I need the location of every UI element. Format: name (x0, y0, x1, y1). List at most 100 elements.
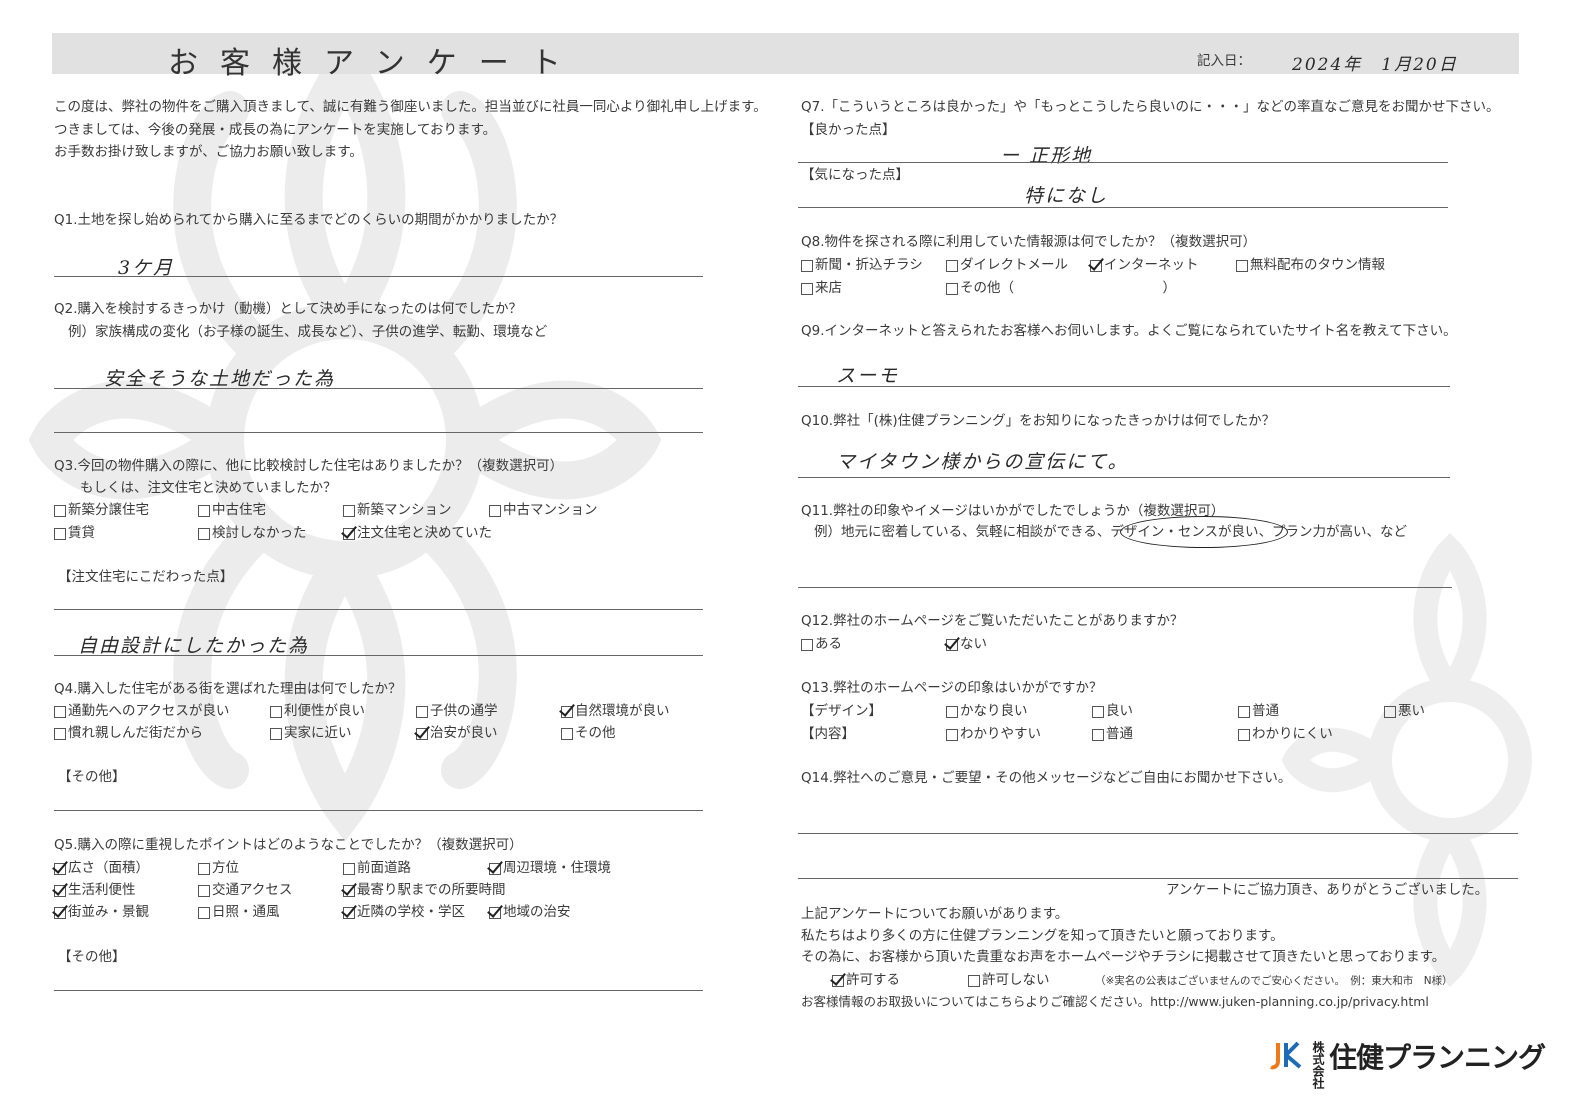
q3-option[interactable]: 新築マンション (343, 503, 452, 518)
page-title: お客様アンケート (168, 46, 583, 81)
q2-question: Q2.購入を検討するきっかけ（動機）として決め手になったのは何でしたか？ (54, 301, 523, 317)
q8-option[interactable]: インターネット (1090, 258, 1199, 273)
checkbox[interactable] (343, 504, 355, 517)
checkbox[interactable] (946, 259, 958, 272)
q8-option[interactable]: 新聞・折込チラシ (801, 258, 923, 273)
checkbox[interactable] (801, 259, 813, 272)
q5-option[interactable]: 周辺環境・住環境 (489, 861, 611, 876)
checkbox[interactable] (198, 862, 210, 875)
q8-option[interactable]: ダイレクトメール (946, 258, 1068, 273)
q3-option[interactable]: 検討しなかった (198, 526, 307, 541)
q13-design-option[interactable]: 普通 (1238, 704, 1279, 719)
q3-custom-answer[interactable]: 自由設計にしたかった為 (78, 631, 309, 658)
checkbox[interactable] (801, 638, 813, 651)
q5-option[interactable]: 生活利便性 (54, 883, 136, 898)
q13-content-option[interactable]: 普通 (1092, 727, 1133, 742)
q4-option[interactable]: 利便性が良い (270, 704, 365, 719)
checkbox[interactable] (54, 504, 66, 517)
checkbox-checked[interactable] (489, 906, 501, 919)
q5-option[interactable]: 日照・通風 (198, 905, 280, 920)
checkbox[interactable] (946, 282, 958, 295)
q3-option[interactable]: 中古マンション (489, 503, 598, 518)
q8-option[interactable]: その他（ ） (946, 281, 1176, 296)
q13-design-option[interactable]: 良い (1092, 704, 1133, 719)
q7-good-answer[interactable]: ー 正形地 (1000, 141, 1092, 168)
checkbox-checked[interactable] (1090, 259, 1102, 272)
q5-option[interactable]: 交通アクセス (198, 883, 292, 898)
q5-option[interactable]: 地域の治安 (489, 905, 571, 920)
q5-option[interactable]: 街並み・景観 (54, 905, 149, 920)
checkbox[interactable] (489, 504, 501, 517)
checkbox[interactable] (1092, 705, 1104, 718)
q2-answer[interactable]: 安全そうな土地だった為 (104, 364, 335, 391)
checkbox[interactable] (1384, 705, 1396, 718)
checkbox[interactable] (946, 705, 958, 718)
q10-answer[interactable]: マイタウン様からの宣伝にて。 (836, 447, 1129, 474)
checkbox-checked[interactable] (343, 527, 355, 540)
checkbox-checked[interactable] (832, 974, 844, 987)
checkbox[interactable] (198, 504, 210, 517)
q4-option[interactable]: 通勤先へのアクセスが良い (54, 704, 229, 719)
checkbox-checked[interactable] (416, 727, 428, 740)
q3-option[interactable]: 賃貸 (54, 526, 95, 541)
checkbox[interactable] (1238, 728, 1250, 741)
q13-content-option[interactable]: わかりにくい (1238, 727, 1333, 742)
q5-option[interactable]: 広さ（面積） (54, 861, 149, 876)
checkbox[interactable] (1092, 728, 1104, 741)
q5-option[interactable]: 前面道路 (343, 861, 411, 876)
q5-option[interactable]: 方位 (198, 861, 239, 876)
permit-option[interactable]: 許可する (832, 973, 900, 988)
checkbox[interactable] (270, 705, 282, 718)
checkbox[interactable] (946, 728, 958, 741)
checkbox-checked[interactable] (343, 884, 355, 897)
q13-design-option[interactable]: 悪い (1384, 704, 1425, 719)
checkbox-checked[interactable] (946, 638, 958, 651)
checkbox-checked[interactable] (54, 906, 66, 919)
intro-line-1: この度は、弊社の物件をご購入頂きまして、誠に有難う御座いました。担当並びに社員一… (54, 99, 767, 115)
q13-design-option[interactable]: かなり良い (946, 704, 1028, 719)
checkbox[interactable] (54, 705, 66, 718)
checkbox-checked[interactable] (54, 862, 66, 875)
q4-option[interactable]: 実家に近い (270, 726, 352, 741)
q4-option[interactable]: その他 (561, 726, 616, 741)
checkbox[interactable] (198, 906, 210, 919)
checkbox[interactable] (270, 727, 282, 740)
checkbox[interactable] (198, 884, 210, 897)
q3-option[interactable]: 新築分譲住宅 (54, 503, 149, 518)
q3-question-2: もしくは、注文住宅と決めていましたか？ (80, 480, 337, 496)
q8-option[interactable]: 来店 (801, 281, 842, 296)
checkbox[interactable] (343, 862, 355, 875)
permit-option[interactable]: 許可しない (968, 973, 1050, 988)
checkbox[interactable] (801, 282, 813, 295)
privacy-link[interactable]: お客様情報のお取扱いについてはこちらよりご確認ください。http://www.j… (801, 995, 1429, 1009)
date-value[interactable]: 2024年 1月20日 (1292, 50, 1458, 75)
q4-option[interactable]: 自然環境が良い (561, 704, 670, 719)
q4-option[interactable]: 慣れ親しんだ街だから (54, 726, 203, 741)
q8-option[interactable]: 無料配布のタウン情報 (1236, 258, 1385, 273)
q5-option[interactable]: 近隣の学校・学区 (343, 905, 465, 920)
q3-option[interactable]: 注文住宅と決めていた (343, 526, 492, 541)
q4-option[interactable]: 治安が良い (416, 726, 498, 741)
checkbox[interactable] (561, 727, 573, 740)
checkbox-checked[interactable] (489, 862, 501, 875)
q7-concern-answer[interactable]: 特になし (1024, 181, 1108, 208)
q13-content-option[interactable]: わかりやすい (946, 727, 1041, 742)
q5-option[interactable]: 最寄り駅までの所要時間 (343, 883, 506, 898)
q12-option[interactable]: ある (801, 637, 842, 652)
checkbox[interactable] (416, 705, 428, 718)
q4-option[interactable]: 子供の通学 (416, 704, 498, 719)
checkbox[interactable] (54, 727, 66, 740)
checkbox[interactable] (1236, 259, 1248, 272)
checkbox[interactable] (968, 974, 980, 987)
checkbox[interactable] (54, 527, 66, 540)
q3-option[interactable]: 中古住宅 (198, 503, 266, 518)
checkbox[interactable] (1238, 705, 1250, 718)
checkbox-checked[interactable] (54, 884, 66, 897)
date-label: 記入日： (1197, 53, 1251, 69)
checkbox[interactable] (198, 527, 210, 540)
checkbox-checked[interactable] (561, 705, 573, 718)
request-line-1: 上記アンケートについてお願いがあります。 (801, 906, 1069, 922)
checkbox-checked[interactable] (343, 906, 355, 919)
q12-option[interactable]: ない (946, 637, 987, 652)
q9-answer[interactable]: スーモ (836, 361, 899, 388)
